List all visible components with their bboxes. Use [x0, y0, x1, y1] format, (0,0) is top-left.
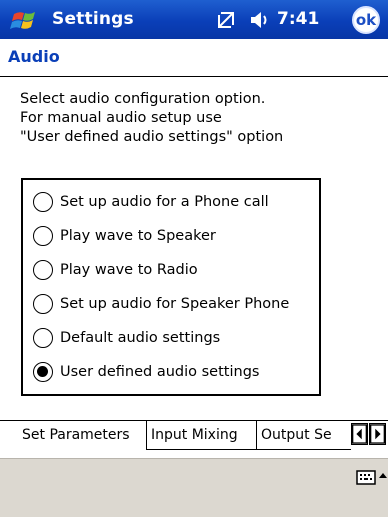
radio-button-selected[interactable] [33, 362, 53, 382]
tab-scroll-arrows [351, 423, 388, 447]
instruction-line: "User defined audio settings" option [20, 129, 284, 145]
tab-strip: Set Parameters Input Mixing Output Se [0, 420, 388, 451]
tab-scroll-right-icon[interactable] [369, 423, 386, 445]
audio-option-group: Set up audio for a Phone call Play wave … [21, 178, 321, 396]
connectivity-icon[interactable] [215, 9, 237, 31]
instruction-line: Select audio configuration option. [20, 91, 266, 107]
page-title: Audio [8, 47, 60, 66]
start-logo-icon[interactable] [10, 5, 40, 35]
option-label: Set up audio for Speaker Phone [60, 296, 290, 312]
instruction-line: For manual audio setup use [20, 110, 222, 126]
instructions: Select audio configuration option. For m… [20, 90, 380, 147]
tab-input-mixing[interactable]: Input Mixing [146, 421, 256, 450]
radio-button[interactable] [33, 328, 53, 348]
clock[interactable]: 7:41 [277, 9, 319, 29]
radio-button[interactable] [33, 192, 53, 212]
tab-output-settings[interactable]: Output Se [256, 421, 351, 450]
radio-button[interactable] [33, 260, 53, 280]
volume-icon[interactable] [250, 10, 272, 30]
menu-bar [0, 458, 388, 517]
title-bar: Settings 7:41 ok [0, 0, 388, 39]
ok-button[interactable]: ok [352, 6, 380, 34]
option-label: Play wave to Radio [60, 262, 198, 278]
option-label: Play wave to Speaker [60, 228, 216, 244]
option-label: Set up audio for a Phone call [60, 194, 269, 210]
app-title: Settings [52, 9, 134, 29]
tab-set-parameters[interactable]: Set Parameters [18, 421, 146, 450]
tab-scroll-left-icon[interactable] [351, 423, 368, 445]
keyboard-icon[interactable] [356, 468, 376, 486]
option-label: User defined audio settings [60, 364, 260, 380]
sip-arrow-icon[interactable] [378, 468, 388, 486]
title-divider [0, 76, 388, 77]
option-label: Default audio settings [60, 330, 221, 346]
radio-button[interactable] [33, 226, 53, 246]
radio-button[interactable] [33, 294, 53, 314]
